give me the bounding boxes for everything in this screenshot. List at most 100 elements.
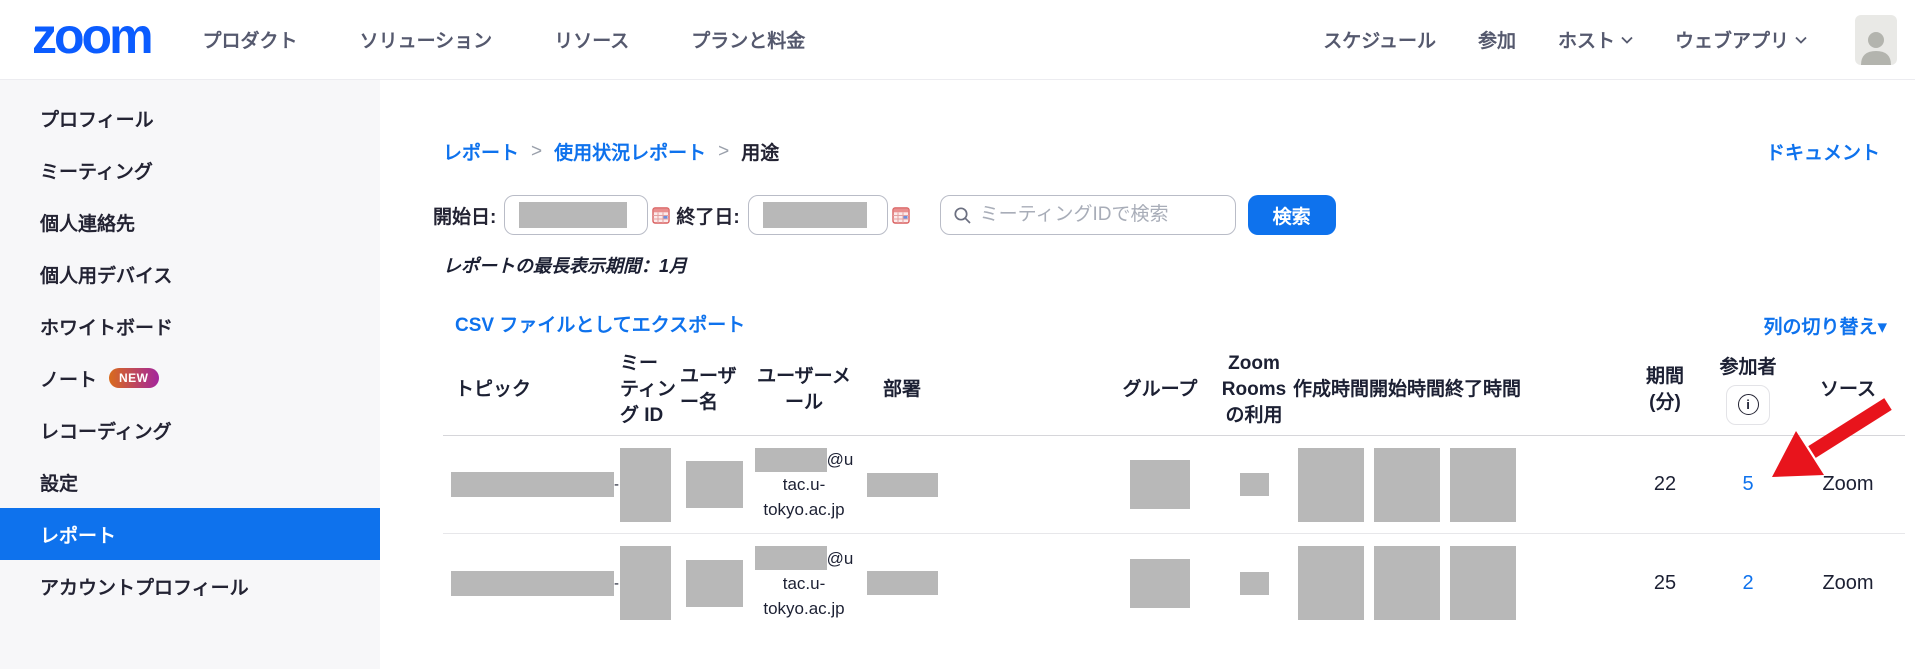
created-time-cell	[1293, 448, 1369, 522]
topic-suffix: -	[614, 476, 619, 493]
source-cell: Zoom	[1791, 572, 1905, 595]
col-header-topic[interactable]: トピック	[443, 377, 620, 403]
duration-cell: 25	[1625, 572, 1705, 595]
search-button[interactable]: 検索	[1248, 195, 1336, 235]
breadcrumb-reports-link[interactable]: レポート	[443, 138, 519, 165]
participants-cell: 5	[1705, 473, 1791, 496]
documentation-link[interactable]: ドキュメント	[1766, 138, 1880, 165]
end-date-input[interactable]	[748, 195, 888, 235]
col-header-zoom-rooms[interactable]: Zoom Rooms の利用	[1215, 351, 1293, 429]
sidebar-item-recordings[interactable]: レコーディング	[0, 404, 380, 456]
redacted-end-time	[1450, 448, 1516, 522]
duration-cell: 22	[1625, 473, 1705, 496]
redacted-user-name	[686, 461, 743, 508]
user-name-cell	[680, 461, 752, 508]
redacted-created-time	[1298, 448, 1364, 522]
col-header-user-name[interactable]: ユーザー名	[680, 364, 752, 416]
calendar-icon[interactable]	[652, 206, 670, 224]
table-row: - @u tac.u- tokyo.ac.jp	[443, 534, 1905, 632]
end-time-cell	[1445, 448, 1521, 522]
col-header-participants[interactable]: 参加者 i	[1705, 355, 1791, 425]
filter-bar: 開始日: 終了日:	[433, 193, 1336, 237]
person-icon	[1859, 27, 1893, 65]
user-avatar[interactable]	[1855, 15, 1897, 65]
email-at-text: @u	[827, 546, 854, 571]
source-cell: Zoom	[1791, 473, 1905, 496]
meeting-id-cell	[620, 448, 680, 522]
breadcrumb-usage-reports-link[interactable]: 使用状況レポート	[554, 138, 706, 165]
nav-item-host[interactable]: ホスト	[1558, 26, 1633, 53]
user-email-cell: @u tac.u- tokyo.ac.jp	[752, 447, 856, 522]
redacted-group	[1130, 460, 1190, 509]
nav-item-solutions[interactable]: ソリューション	[360, 26, 493, 53]
zoom-rooms-cell	[1215, 572, 1293, 595]
col-header-source[interactable]: ソース	[1791, 377, 1905, 403]
redacted-zoom-rooms	[1240, 473, 1269, 496]
redacted-department	[867, 473, 938, 497]
participants-count-link[interactable]: 2	[1742, 572, 1753, 595]
redacted-created-time	[1298, 546, 1364, 620]
nav-item-join[interactable]: 参加	[1478, 26, 1516, 53]
nav-right-menu: スケジュール 参加 ホスト ウェブアプリ	[1323, 15, 1897, 65]
email-domain-line: tac.u-	[755, 571, 854, 596]
col-header-end-time[interactable]: 終了時間	[1445, 377, 1521, 403]
col-header-department[interactable]: 部署	[856, 377, 948, 403]
toggle-columns-link[interactable]: 列の切り替え▾	[1763, 312, 1887, 339]
sidebar-item-account-profile[interactable]: アカウントプロフィール	[0, 560, 380, 612]
sidebar-item-meetings[interactable]: ミーティング	[0, 144, 380, 196]
sidebar-item-personal-contacts[interactable]: 個人連絡先	[0, 196, 380, 248]
sidebar-item-notes[interactable]: ノート NEW	[0, 352, 380, 404]
nav-item-resources[interactable]: リソース	[554, 26, 629, 53]
sidebar-item-reports[interactable]: レポート	[0, 508, 380, 560]
col-header-start-time[interactable]: 開始時間	[1369, 377, 1445, 403]
sidebar-item-personal-devices[interactable]: 個人用デバイス	[0, 248, 380, 300]
meeting-id-search-input[interactable]	[980, 204, 1210, 226]
participants-count-link[interactable]: 5	[1742, 473, 1753, 496]
redacted-start-time	[1374, 546, 1440, 620]
col-header-meeting-id[interactable]: ミー ティン グ ID	[620, 351, 680, 429]
user-email-cell: @u tac.u- tokyo.ac.jp	[752, 546, 856, 621]
start-date-input[interactable]	[504, 195, 648, 235]
new-badge: NEW	[109, 368, 159, 388]
email-domain-line: tokyo.ac.jp	[755, 497, 854, 522]
meeting-id-search-box	[940, 195, 1236, 235]
col-header-duration[interactable]: 期間 (分)	[1625, 364, 1705, 416]
topic-cell: -	[443, 571, 620, 596]
group-cell	[1105, 460, 1215, 509]
redacted-meeting-id	[620, 448, 671, 522]
export-csv-link[interactable]: CSV ファイルとしてエクスポート	[455, 310, 745, 337]
start-time-cell	[1369, 546, 1445, 620]
redacted-start-date	[519, 202, 627, 228]
col-header-created-time[interactable]: 作成時間	[1293, 377, 1369, 403]
sidebar-item-settings[interactable]: 設定	[0, 456, 380, 508]
participants-info-button[interactable]: i	[1726, 385, 1770, 425]
table-row: - @u tac.u- tokyo.ac.jp	[443, 436, 1905, 534]
nav-item-products[interactable]: プロダクト	[203, 26, 298, 53]
top-navigation: zoom プロダクト ソリューション リソース プランと料金 スケジュール 参加…	[0, 0, 1915, 80]
participants-cell: 2	[1705, 572, 1791, 595]
redacted-start-time	[1374, 448, 1440, 522]
redacted-user-name	[686, 560, 743, 607]
breadcrumb-separator: >	[718, 141, 729, 163]
col-header-user-email[interactable]: ユーザーメール	[752, 364, 856, 416]
redacted-email-user	[755, 546, 827, 570]
breadcrumb-current-page: 用途	[741, 138, 779, 165]
start-date-label: 開始日:	[433, 202, 496, 229]
redacted-meeting-id	[620, 546, 671, 620]
nav-item-webapp[interactable]: ウェブアプリ	[1675, 26, 1807, 53]
chevron-down-icon	[1795, 36, 1807, 44]
end-time-cell	[1445, 546, 1521, 620]
zoom-logo[interactable]: zoom	[32, 11, 151, 69]
department-cell	[856, 571, 948, 595]
caret-down-icon: ▾	[1877, 317, 1887, 338]
sidebar-item-whiteboard[interactable]: ホワイトボード	[0, 300, 380, 352]
usage-report-table: トピック ミー ティン グ ID ユーザー名 ユーザーメール 部署 グループ Z…	[443, 348, 1905, 632]
email-domain-line: tac.u-	[755, 472, 854, 497]
calendar-icon[interactable]	[892, 206, 910, 224]
nav-item-schedule[interactable]: スケジュール	[1323, 26, 1436, 53]
col-header-group[interactable]: グループ	[1105, 377, 1215, 403]
sidebar-item-profile[interactable]: プロフィール	[0, 92, 380, 144]
user-name-cell	[680, 560, 752, 607]
nav-item-plans-pricing[interactable]: プランと料金	[691, 26, 805, 53]
group-cell	[1105, 559, 1215, 608]
